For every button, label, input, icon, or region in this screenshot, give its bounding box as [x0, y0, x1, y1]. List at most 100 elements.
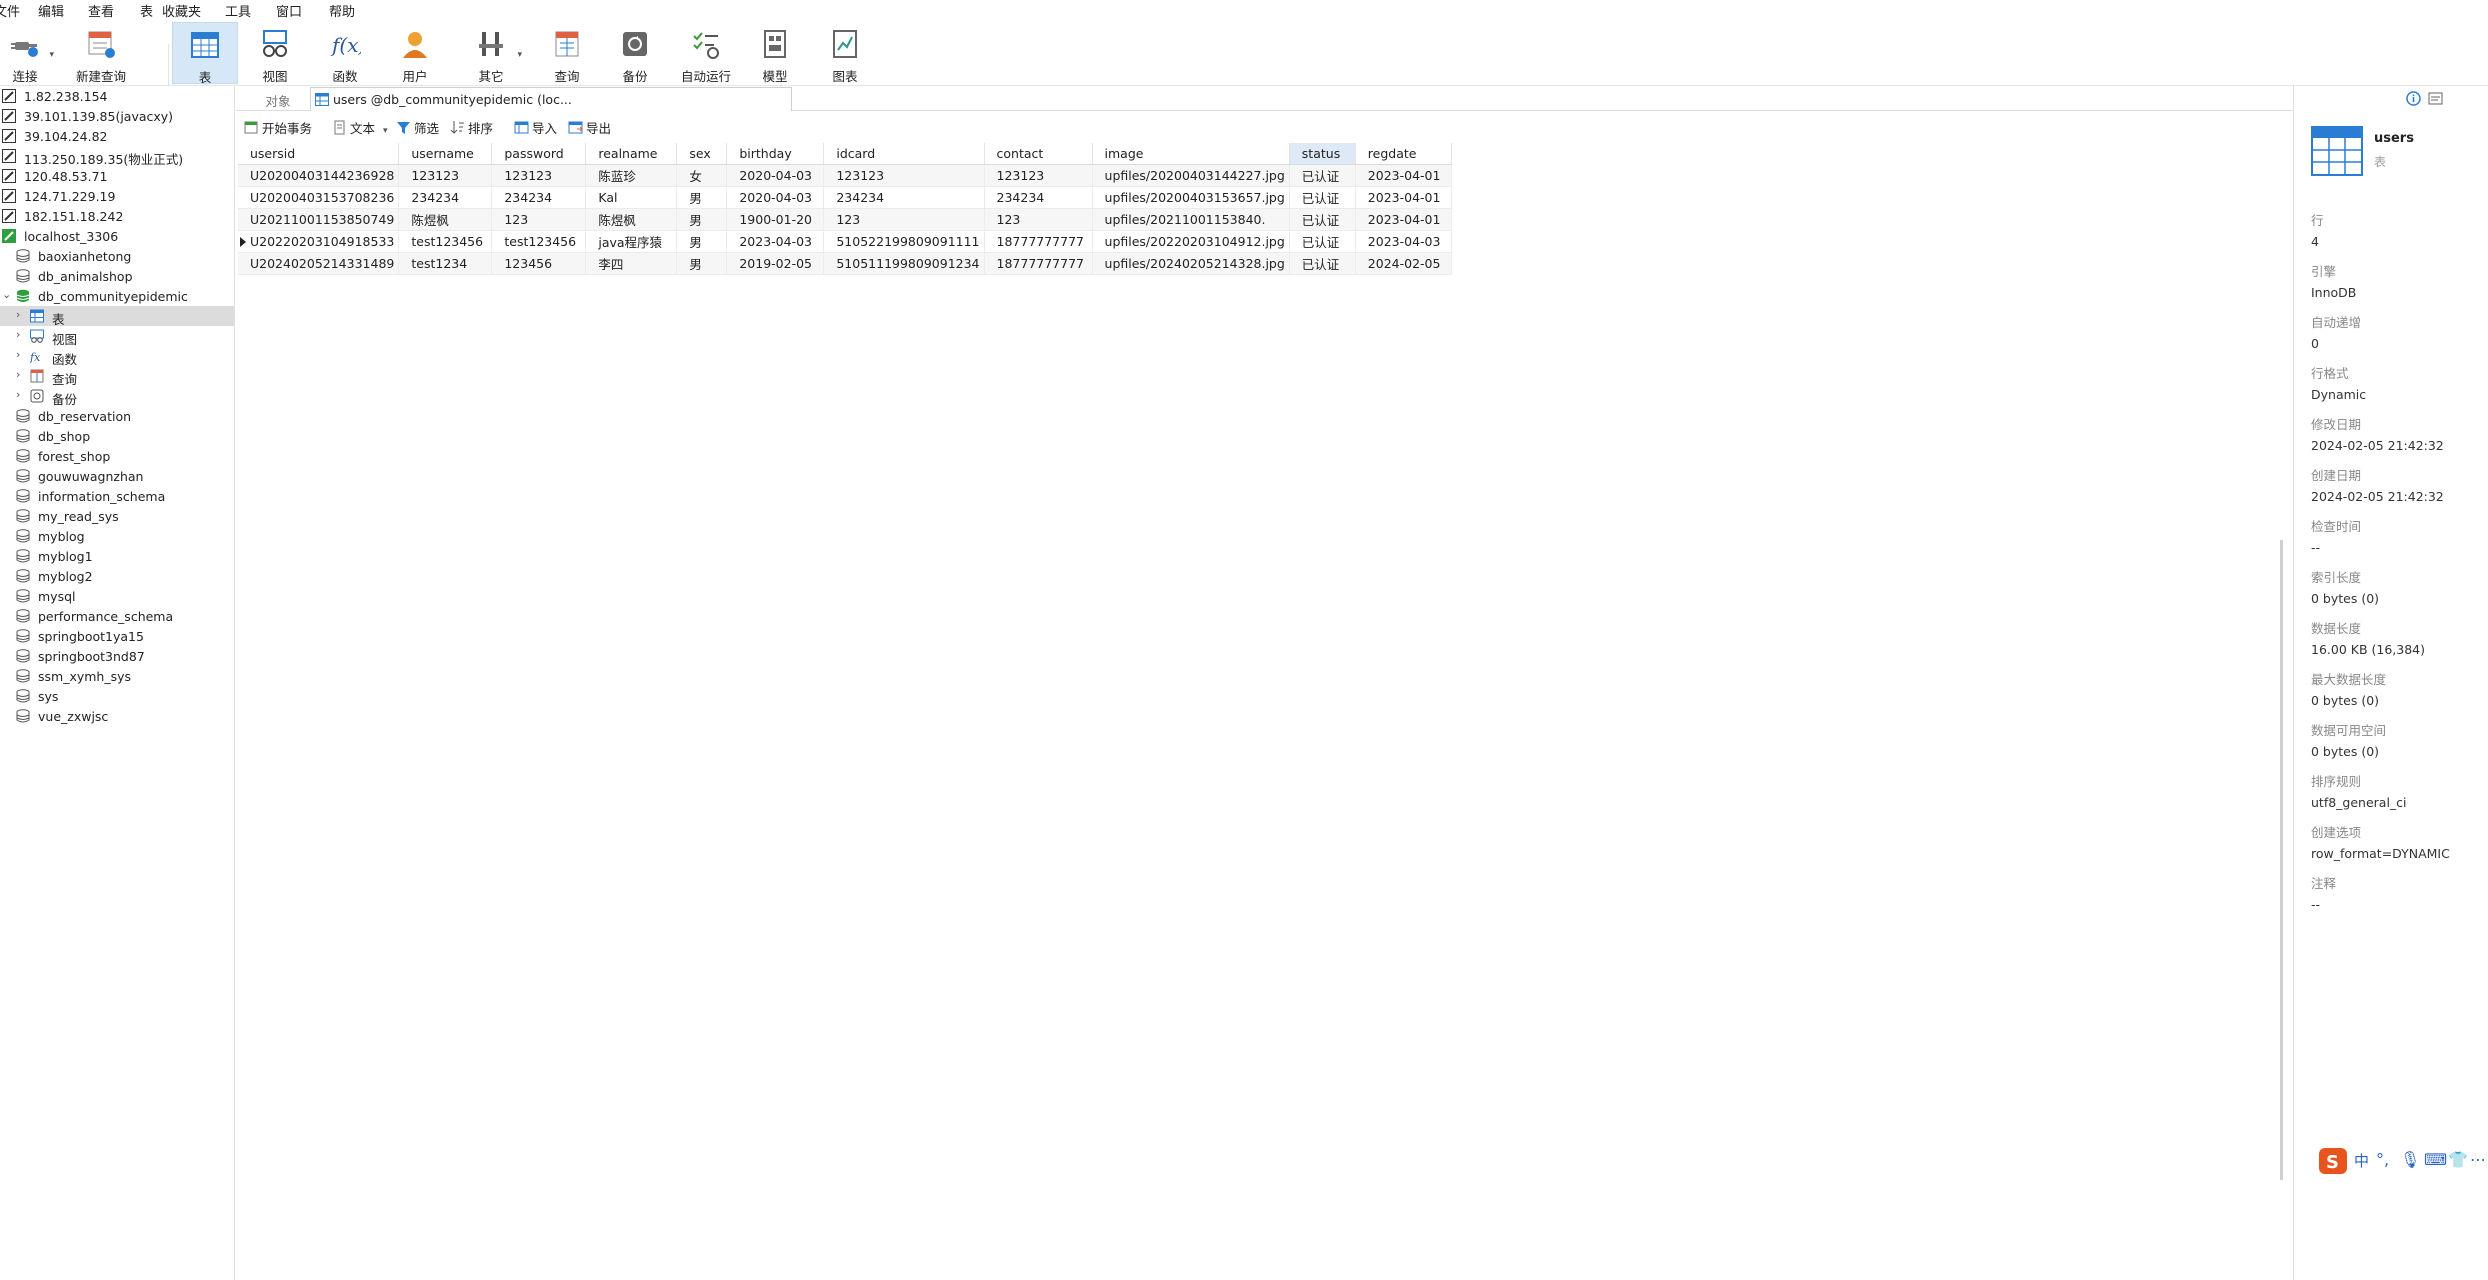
- database-item[interactable]: myblog1: [0, 546, 234, 566]
- table-cell-realname[interactable]: 陈蓝珍: [585, 164, 678, 187]
- table-cell-regdate[interactable]: 2023-04-01: [1355, 186, 1452, 209]
- database-item[interactable]: gouwuwagnzhan: [0, 466, 234, 486]
- table-row[interactable]: U20200403144236928 123123 123123 陈蓝珍 女 2020-0…: [238, 164, 1452, 187]
- table-cell-username[interactable]: 123123: [398, 164, 493, 187]
- table-cell-image[interactable]: upfiles/20240205214328.jpg: [1092, 252, 1290, 275]
- table-cell-realname[interactable]: java程序猿: [585, 230, 678, 253]
- connection-localhost[interactable]: localhost_3306: [0, 226, 234, 246]
- database-item[interactable]: performance_schema: [0, 606, 234, 626]
- tree-folder-backup[interactable]: › 备份: [0, 386, 234, 407]
- database-item[interactable]: myblog: [0, 526, 234, 546]
- table-cell-contact[interactable]: 18777777777: [984, 230, 1093, 253]
- database-item[interactable]: forest_shop: [0, 446, 234, 466]
- column-header-image[interactable]: image: [1092, 143, 1290, 165]
- table-cell-birthday[interactable]: 2020-04-03: [726, 164, 825, 187]
- table-cell-idcard[interactable]: 123: [823, 208, 985, 231]
- expand-arrow-icon[interactable]: ›: [16, 368, 20, 381]
- table-cell-usersid[interactable]: U20200403153708236: [238, 186, 400, 209]
- table-cell-image[interactable]: upfiles/20200403153657.jpg: [1092, 186, 1290, 209]
- collapse-arrow-icon[interactable]: ⌄: [2, 288, 11, 301]
- database-item[interactable]: information_schema: [0, 486, 234, 506]
- table-cell-status[interactable]: 已认证: [1289, 208, 1356, 231]
- column-header-status[interactable]: status: [1289, 143, 1356, 165]
- connection-item[interactable]: 39.104.24.82: [0, 126, 234, 146]
- backup-tool-button[interactable]: 备份: [610, 22, 660, 84]
- table-cell-username[interactable]: test1234: [398, 252, 493, 275]
- column-header-sex[interactable]: sex: [676, 143, 728, 165]
- toolbox-icon[interactable]: ⋯: [2470, 1150, 2486, 1169]
- column-header-username[interactable]: username: [398, 143, 493, 165]
- table-cell-contact[interactable]: 123123: [984, 164, 1093, 187]
- connection-item[interactable]: 182.151.18.242: [0, 206, 234, 226]
- table-cell-usersid[interactable]: U20240205214331489: [238, 252, 400, 275]
- expand-arrow-icon[interactable]: ›: [16, 388, 20, 401]
- connection-item[interactable]: 113.250.189.35(物业正式): [0, 146, 234, 167]
- table-cell-image[interactable]: upfiles/20220203104912.jpg: [1092, 230, 1290, 253]
- dropdown-arrow-icon[interactable]: ▾: [49, 50, 54, 60]
- table-cell-birthday[interactable]: 1900-01-20: [726, 208, 825, 231]
- dropdown-arrow-icon[interactable]: ▾: [383, 126, 388, 136]
- table-cell-contact[interactable]: 234234: [984, 186, 1093, 209]
- table-cell-image[interactable]: upfiles/20200403144227.jpg: [1092, 164, 1290, 187]
- column-header-contact[interactable]: contact: [984, 143, 1093, 165]
- skin-icon[interactable]: 👕: [2448, 1150, 2468, 1169]
- database-item[interactable]: sys: [0, 686, 234, 706]
- table-cell-image[interactable]: upfiles/20211001153840.: [1092, 208, 1290, 231]
- punctuation-icon[interactable]: °,: [2376, 1150, 2389, 1169]
- table-cell-usersid[interactable]: U20200403144236928: [238, 164, 400, 187]
- microphone-icon[interactable]: 🎙: [2400, 1150, 2420, 1169]
- database-item[interactable]: myblog2: [0, 566, 234, 586]
- table-cell-username[interactable]: 陈煜枫: [398, 208, 493, 231]
- table-cell-realname[interactable]: Kal: [585, 186, 678, 209]
- function-tool-button[interactable]: f(x) 函数: [320, 22, 370, 84]
- tree-folder-func[interactable]: › fx 函数: [0, 346, 234, 367]
- column-header-usersid[interactable]: usersid: [238, 143, 400, 165]
- query-tool-button[interactable]: 查询: [542, 22, 592, 84]
- table-cell-realname[interactable]: 李四: [585, 252, 678, 275]
- ime-language[interactable]: 中: [2354, 1150, 2369, 1171]
- other-tool-button[interactable]: 其它 ▾: [466, 22, 522, 84]
- table-cell-birthday[interactable]: 2020-04-03: [726, 186, 825, 209]
- table-cell-idcard[interactable]: 123123: [823, 164, 985, 187]
- database-item[interactable]: db_reservation: [0, 406, 234, 426]
- table-cell-password[interactable]: 123456: [491, 252, 587, 275]
- expand-arrow-icon[interactable]: ›: [16, 348, 20, 361]
- connection-item[interactable]: 120.48.53.71: [0, 166, 234, 186]
- sort-button[interactable]: 排序: [448, 118, 493, 138]
- filter-button[interactable]: 筛选: [394, 118, 439, 138]
- table-cell-usersid[interactable]: U20220203104918533: [238, 230, 400, 253]
- keyboard-icon[interactable]: ⌨: [2424, 1150, 2447, 1169]
- table-cell-idcard[interactable]: 510522199809091111: [823, 230, 985, 253]
- table-cell-realname[interactable]: 陈煜枫: [585, 208, 678, 231]
- table-cell-sex[interactable]: 男: [676, 230, 728, 253]
- table-cell-idcard[interactable]: 510511199809091234: [823, 252, 985, 275]
- table-cell-contact[interactable]: 123: [984, 208, 1093, 231]
- import-button[interactable]: 导入: [512, 118, 557, 138]
- chart-tool-button[interactable]: 图表: [820, 22, 870, 84]
- tree-folder-view[interactable]: › 视图: [0, 326, 234, 347]
- text-view-button[interactable]: 文本 ▾: [330, 118, 388, 138]
- column-header-regdate[interactable]: regdate: [1355, 143, 1452, 165]
- database-item[interactable]: mysql: [0, 586, 234, 606]
- column-header-idcard[interactable]: idcard: [823, 143, 985, 165]
- table-cell-regdate[interactable]: 2023-04-01: [1355, 164, 1452, 187]
- table-cell-password[interactable]: 123123: [491, 164, 587, 187]
- table-cell-idcard[interactable]: 234234: [823, 186, 985, 209]
- user-tool-button[interactable]: 用户: [390, 22, 440, 84]
- view-tool-button[interactable]: 视图: [250, 22, 300, 84]
- database-item[interactable]: springboot3nd87: [0, 646, 234, 666]
- table-cell-birthday[interactable]: 2023-04-03: [726, 230, 825, 253]
- table-cell-contact[interactable]: 18777777777: [984, 252, 1093, 275]
- connection-item[interactable]: 1.82.238.154: [0, 86, 234, 106]
- table-row[interactable]: U20200403153708236 234234 234234 Kal 男 2020-0…: [238, 186, 1452, 209]
- table-cell-status[interactable]: 已认证: [1289, 252, 1356, 275]
- ddl-icon[interactable]: [2428, 91, 2443, 106]
- table-cell-password[interactable]: 123: [491, 208, 587, 231]
- table-row[interactable]: U20211001153850749 陈煜枫 123 陈煜枫 男 1900-01-20 12…: [238, 208, 1452, 231]
- dropdown-arrow-icon[interactable]: ▾: [517, 50, 522, 60]
- table-row[interactable]: U20220203104918533 test123456 test123456 ja…: [238, 230, 1452, 253]
- table-cell-regdate[interactable]: 2023-04-03: [1355, 230, 1452, 253]
- table-cell-usersid[interactable]: U20211001153850749: [238, 208, 400, 231]
- new-query-button[interactable]: 新建查询: [70, 22, 132, 84]
- table-cell-username[interactable]: 234234: [398, 186, 493, 209]
